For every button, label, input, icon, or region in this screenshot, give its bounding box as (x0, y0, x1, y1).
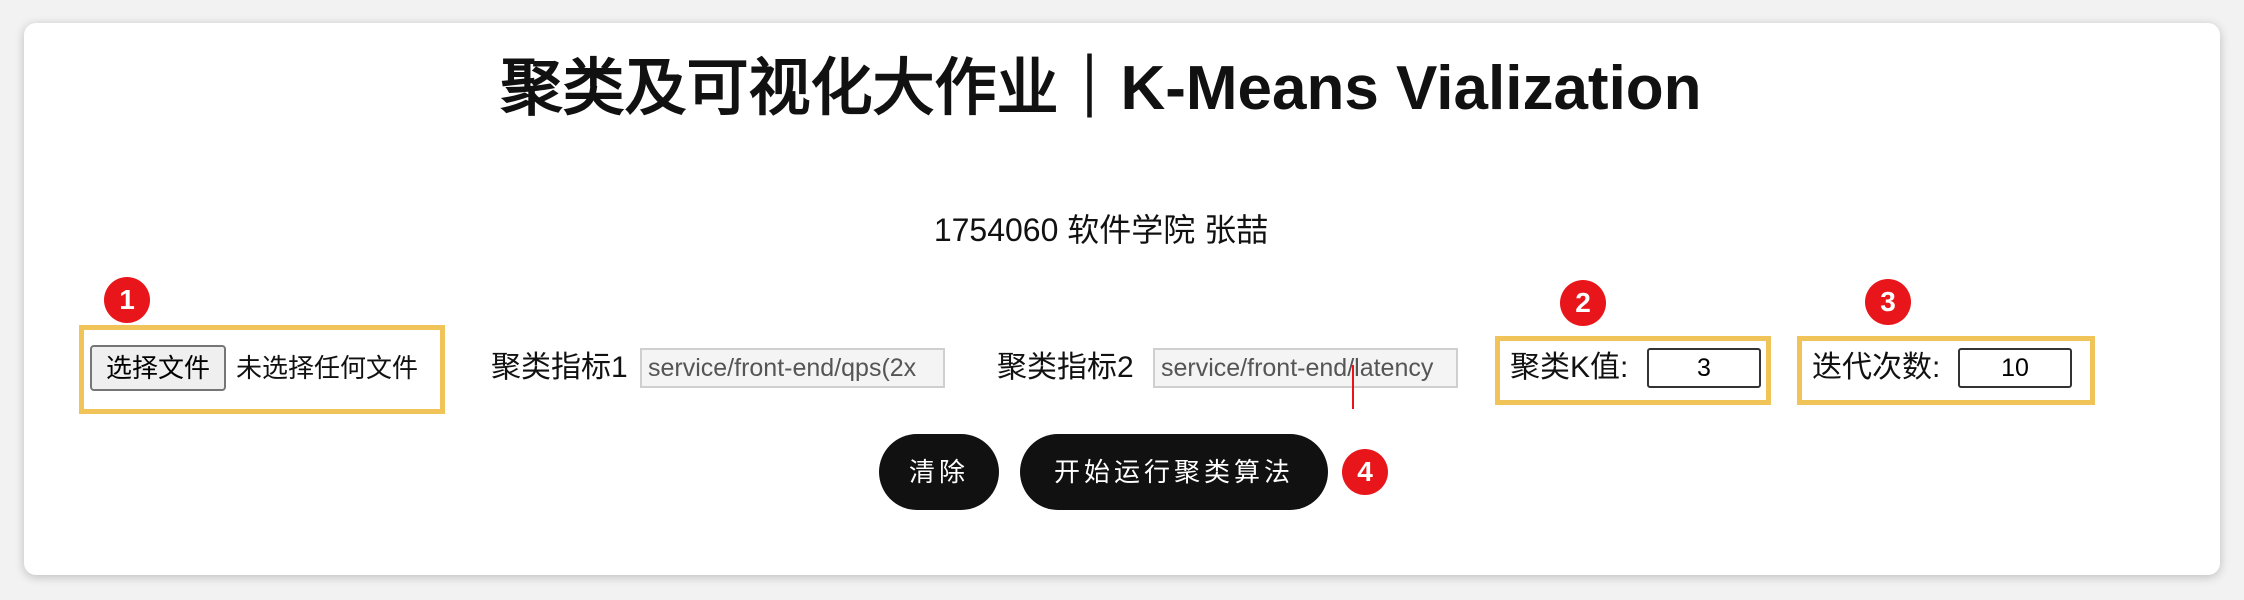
annotation-badge-4: 4 (1342, 449, 1388, 495)
annotation-badge-1: 1 (104, 277, 150, 323)
k-label: 聚类K值: (1510, 351, 1629, 384)
choose-file-button[interactable]: 选择文件 (90, 345, 226, 391)
red-marker-line (1352, 365, 1354, 409)
file-status-text: 未选择任何文件 (236, 353, 419, 383)
k-input[interactable] (1647, 348, 1761, 388)
page-subtitle: 1754060 软件学院 张喆 (933, 212, 1269, 248)
page-title: 聚类及可视化大作业｜K-Means Vialization (500, 54, 1702, 123)
iterations-input[interactable] (1958, 348, 2072, 388)
metric1-input[interactable] (640, 348, 945, 388)
annotation-badge-2: 2 (1560, 280, 1606, 326)
clear-button[interactable]: 清除 (879, 434, 999, 510)
metric1-label: 聚类指标1 (491, 351, 628, 384)
metric2-label: 聚类指标2 (997, 351, 1134, 384)
iterations-label: 迭代次数: (1812, 351, 1941, 384)
annotation-badge-3: 3 (1865, 279, 1911, 325)
metric2-input[interactable] (1153, 348, 1458, 388)
run-clustering-button[interactable]: 开始运行聚类算法 (1020, 434, 1328, 510)
main-card: 聚类及可视化大作业｜K-Means Vialization 1754060 软件… (24, 23, 2220, 575)
